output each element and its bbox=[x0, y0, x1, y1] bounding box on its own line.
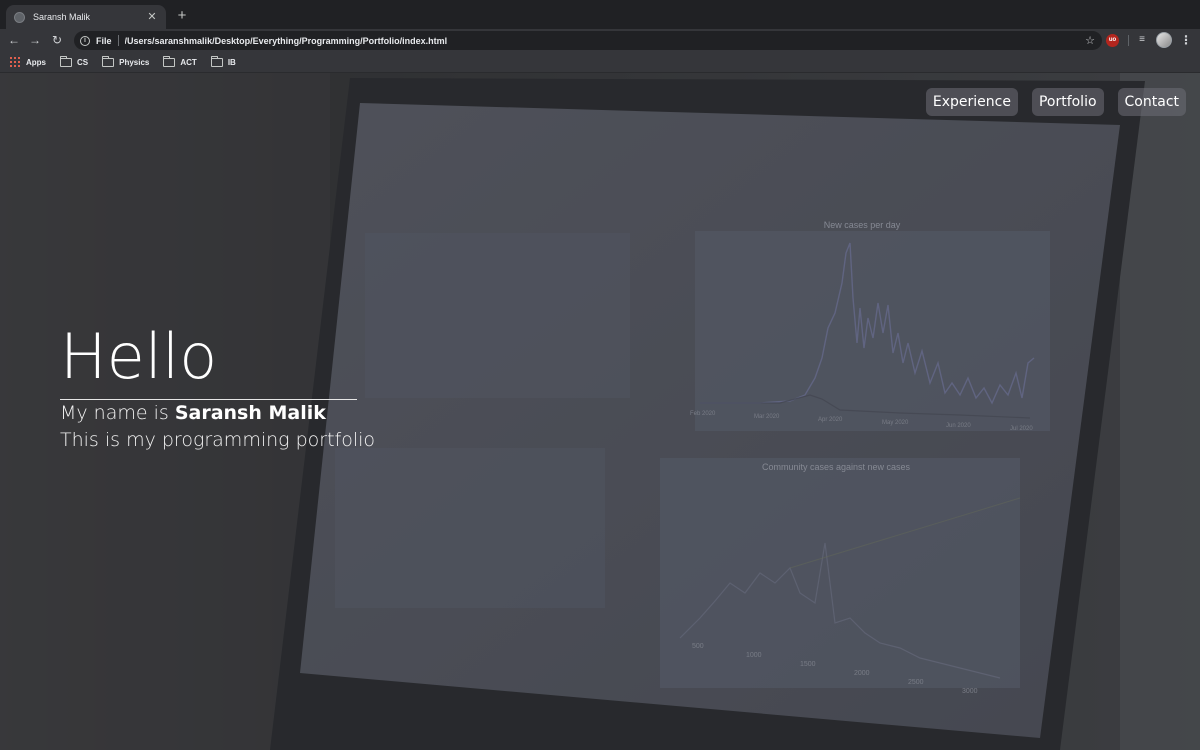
back-button[interactable]: ← bbox=[6, 32, 22, 48]
nav-portfolio[interactable]: Portfolio bbox=[1031, 88, 1104, 116]
nav-experience[interactable]: Experience bbox=[925, 88, 1018, 116]
bookmark-apps[interactable]: Apps bbox=[10, 57, 46, 67]
toolbar-divider bbox=[1128, 35, 1129, 46]
bookmark-physics[interactable]: Physics bbox=[102, 55, 150, 67]
new-tab-button[interactable]: + bbox=[174, 7, 190, 25]
close-tab-icon[interactable]: ✕ bbox=[146, 11, 158, 23]
nav-contact[interactable]: Contact bbox=[1117, 88, 1186, 116]
address-bar[interactable]: i File /Users/saranshmalik/Desktop/Every… bbox=[74, 31, 1102, 50]
page-viewport: New cases per day Community cases agains… bbox=[0, 73, 1200, 750]
main-nav: Experience Portfolio Contact bbox=[912, 88, 1186, 116]
address-divider bbox=[117, 35, 119, 46]
folder-icon bbox=[102, 55, 115, 67]
globe-icon bbox=[14, 11, 25, 23]
hero-tagline: This is my programming portfolio bbox=[60, 427, 375, 454]
ublock-extension-icon[interactable]: uo bbox=[1106, 34, 1119, 47]
browser-tab[interactable]: Saransh Malik ✕ bbox=[6, 5, 166, 29]
apps-grid-icon bbox=[10, 57, 20, 67]
profile-avatar[interactable] bbox=[1156, 32, 1172, 48]
intro-prefix: My name is bbox=[60, 402, 169, 424]
bookmark-label: IB bbox=[227, 57, 236, 67]
folder-icon bbox=[210, 55, 223, 67]
forward-button[interactable]: → bbox=[27, 32, 43, 48]
hero-intro: My name is Saransh Malik bbox=[60, 400, 375, 427]
info-icon[interactable]: i bbox=[80, 35, 90, 46]
hero-name: Saransh Malik bbox=[174, 402, 326, 424]
bookmark-label: CS bbox=[77, 57, 89, 67]
bookmark-label: Physics bbox=[119, 57, 150, 67]
media-control-icon[interactable]: ≡ bbox=[1136, 33, 1148, 47]
reload-button[interactable]: ↻ bbox=[49, 32, 65, 48]
bookmark-ib[interactable]: IB bbox=[210, 55, 236, 67]
bookmark-label: ACT bbox=[180, 57, 197, 67]
tagline-text: This is my programming portfolio bbox=[60, 429, 376, 451]
star-icon[interactable]: ☆ bbox=[1082, 34, 1098, 47]
tab-title: Saransh Malik bbox=[33, 12, 91, 22]
bookmarks-bar: Apps CS Physics ACT IB bbox=[0, 52, 1200, 73]
hero-title: Hello bbox=[60, 320, 218, 393]
url-scheme: File bbox=[96, 35, 112, 46]
menu-icon[interactable]: ⋮ bbox=[1180, 32, 1192, 48]
tab-strip: Saransh Malik ✕ + bbox=[0, 0, 1200, 29]
folder-icon bbox=[60, 55, 72, 67]
bookmark-cs[interactable]: CS bbox=[60, 55, 89, 67]
hero: Hello My name is Saransh Malik This is m… bbox=[60, 321, 375, 454]
folder-icon bbox=[163, 55, 176, 67]
browser-toolbar: ← → ↻ i File /Users/saranshmalik/Desktop… bbox=[0, 29, 1200, 52]
bookmark-act[interactable]: ACT bbox=[163, 55, 197, 67]
url-text[interactable]: /Users/saranshmalik/Desktop/Everything/P… bbox=[125, 36, 1082, 46]
bookmark-label: Apps bbox=[26, 57, 46, 67]
